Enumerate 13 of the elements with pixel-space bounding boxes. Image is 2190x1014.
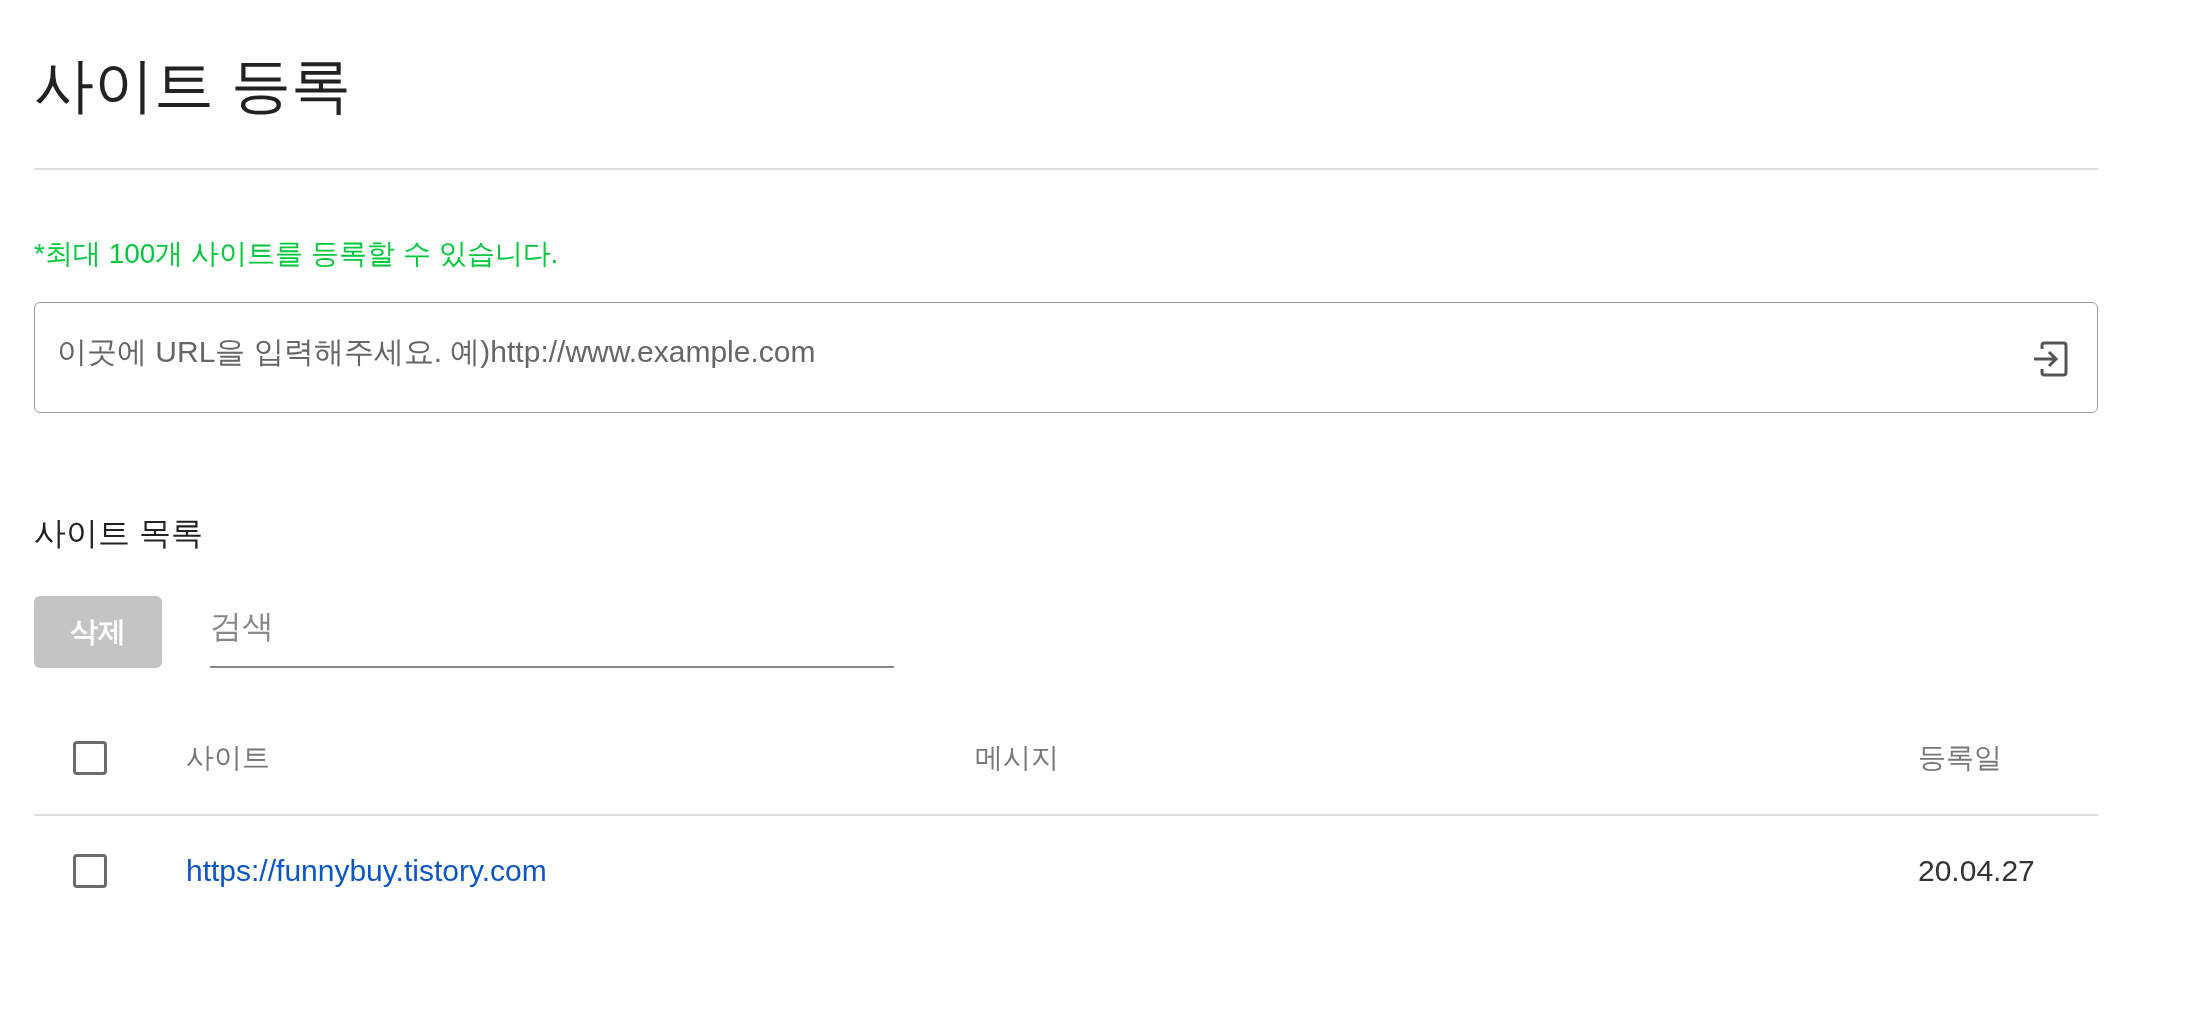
column-header: 메시지 (975, 741, 1059, 773)
url-input-field[interactable]: 이곳에 URL을 입력해주세요. 예)http://www.example.com (34, 302, 2098, 413)
checkbox[interactable] (73, 853, 107, 888)
search-field[interactable]: 검색 (210, 593, 894, 668)
site-link[interactable]: https://funnybuy.tistory.com (186, 850, 547, 891)
column-header: 사이트 (186, 741, 270, 773)
page-title: 사이트 등록 (34, 51, 352, 121)
column-header: 등록일 (1918, 741, 2002, 773)
enter-icon[interactable] (2032, 341, 2068, 377)
notice-text: *최대 100개 사이트를 등록할 수 있습니다. (34, 237, 560, 271)
section-heading: 사이트 목록 (34, 514, 204, 553)
checkbox[interactable] (73, 740, 107, 775)
date-cell: 20.04.27 (1918, 853, 2035, 887)
